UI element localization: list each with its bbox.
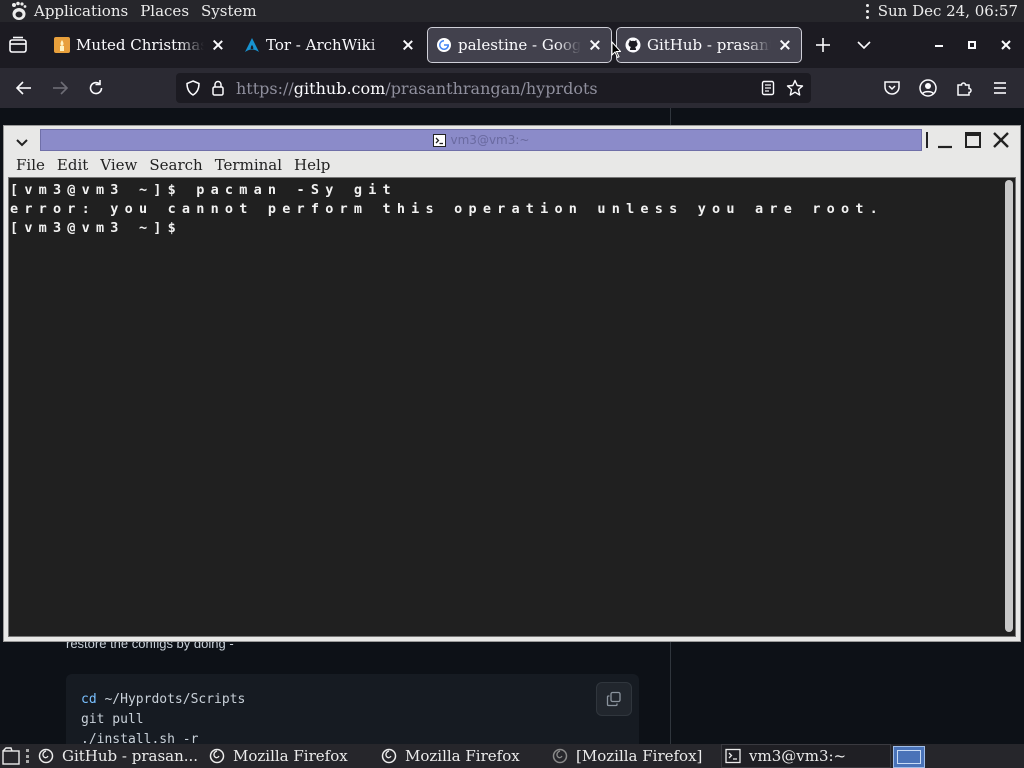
terminal-line: error: you cannot perform this operation… (10, 201, 884, 217)
panel-clock[interactable]: Sun Dec 24, 06:57 (878, 2, 1018, 20)
terminal-window-title: vm3@vm3:~ (450, 133, 530, 147)
bookmark-star-icon[interactable] (786, 79, 804, 97)
task-firefox-2[interactable]: Mozilla Firefox (381, 744, 547, 768)
copy-code-button[interactable] (596, 682, 632, 716)
reader-view-icon[interactable] (760, 80, 776, 96)
workspace-switcher[interactable] (893, 746, 925, 768)
terminal-menubar: File Edit View Search Terminal Help (8, 153, 1018, 177)
tab-close-icon[interactable] (210, 37, 226, 53)
candle-icon (54, 37, 70, 53)
forward-arrow-icon[interactable] (50, 78, 70, 98)
menu-edit[interactable]: Edit (57, 156, 88, 174)
tab-bar: Muted Christmas Tor - ArchWiki palestine… (0, 22, 1024, 68)
menu-file[interactable]: File (16, 156, 45, 174)
tab-close-icon[interactable] (400, 37, 416, 53)
places-menu[interactable]: Places (140, 2, 189, 20)
task-firefox-1[interactable]: Mozilla Firefox (209, 744, 375, 768)
url-path: /prasanthrangan/hyprdots (385, 78, 598, 98)
tab-title: Tor - ArchWiki (266, 36, 376, 54)
copy-icon (606, 691, 622, 707)
terminal-title-strip[interactable]: vm3@vm3:~ (40, 129, 922, 151)
task-label: [Mozilla Firefox] (576, 747, 703, 765)
new-tab-plus-icon[interactable] (814, 36, 832, 54)
back-arrow-icon[interactable] (14, 78, 34, 98)
terminal-maximize-icon[interactable] (962, 129, 984, 151)
url-text[interactable]: https://github.com/prasanthrangan/hyprdo… (236, 79, 598, 98)
extensions-puzzle-icon[interactable] (954, 78, 974, 98)
list-all-tabs-chevron-icon[interactable] (856, 38, 872, 52)
show-desktop-icon[interactable] (2, 747, 22, 765)
maximize-icon[interactable] (963, 36, 981, 54)
url-scheme: https:// (236, 78, 294, 98)
tab-tor-archwiki[interactable]: Tor - ArchWiki (236, 28, 424, 62)
menu-terminal[interactable]: Terminal (215, 156, 282, 174)
terminal-small-icon (432, 133, 446, 147)
hamburger-menu-icon[interactable] (990, 78, 1010, 98)
github-icon (625, 37, 641, 53)
account-icon[interactable] (918, 78, 938, 98)
terminal-line: [vm3@vm3 ~]$ (10, 220, 197, 236)
reload-icon[interactable] (86, 78, 106, 98)
tab-title: Muted Christmas (76, 36, 204, 54)
gnome-foot-icon[interactable] (8, 0, 30, 22)
bottom-taskbar: GitHub - prasan... Mozilla Firefox Mozil… (0, 744, 1024, 768)
applications-menu[interactable]: Applications (34, 2, 128, 20)
code-line: git pull (81, 710, 624, 730)
titlebar-separator (926, 132, 928, 148)
code-line: cd ~/Hyprdots/Scripts (81, 690, 624, 710)
url-bar[interactable]: https://github.com/prasanthrangan/hyprdo… (176, 73, 811, 103)
code-keyword: cd (81, 692, 97, 707)
tab-close-icon[interactable] (777, 37, 793, 53)
task-github[interactable]: GitHub - prasan... (38, 744, 204, 768)
terminal-close-icon[interactable] (990, 129, 1012, 151)
code-text: git pull (81, 712, 144, 727)
nav-bar: https://github.com/prasanthrangan/hyprdo… (0, 68, 1024, 108)
close-window-icon[interactable] (997, 36, 1015, 54)
terminal-output-area[interactable]: [vm3@vm3 ~]$ pacman -Sy git error: you ca… (8, 177, 1016, 637)
task-label: vm3@vm3:~ (749, 747, 847, 765)
window-menu-chevron-icon[interactable] (14, 134, 30, 147)
tracking-protection-shield-icon[interactable] (184, 79, 202, 97)
terminal-text: [vm3@vm3 ~]$ pacman -Sy git error: you ca… (10, 181, 884, 238)
terminal-minimize-icon[interactable] (934, 129, 956, 151)
system-menu[interactable]: System (201, 2, 257, 20)
terminal-window: vm3@vm3:~ File Edit View Search Terminal… (3, 125, 1021, 642)
tab-palestine-google[interactable]: palestine - Google (427, 27, 612, 63)
panel-kebab-icon[interactable] (864, 3, 872, 19)
task-label: Mozilla Firefox (233, 747, 348, 765)
terminal-icon (725, 748, 741, 764)
code-block: cd ~/Hyprdots/Scripts git pull ./install… (66, 674, 639, 754)
pocket-icon[interactable] (882, 78, 902, 98)
menu-help[interactable]: Help (294, 156, 330, 174)
url-host: github.com (293, 78, 386, 98)
tab-close-icon[interactable] (587, 37, 603, 53)
minimize-icon[interactable] (930, 36, 948, 54)
tab-title: GitHub - prasanth (647, 36, 771, 54)
firefox-icon (552, 748, 568, 764)
firefox-view-icon[interactable] (8, 36, 28, 54)
task-firefox-minimized[interactable]: [Mozilla Firefox] (552, 744, 718, 768)
arch-logo-icon (244, 37, 260, 53)
task-label: GitHub - prasan... (62, 747, 199, 765)
terminal-scrollbar[interactable] (1005, 180, 1013, 632)
tab-muted-christmas[interactable]: Muted Christmas (46, 28, 234, 62)
menu-search[interactable]: Search (149, 156, 202, 174)
google-icon (436, 37, 452, 53)
top-panel: Applications Places System Sun Dec 24, 0… (0, 0, 1024, 22)
firefox-icon (38, 748, 54, 764)
taskbar-grip[interactable] (26, 749, 30, 763)
task-label: Mozilla Firefox (405, 747, 520, 765)
firefox-icon (381, 748, 397, 764)
lock-icon[interactable] (210, 79, 226, 97)
tab-github[interactable]: GitHub - prasanth (616, 27, 802, 63)
tab-title: palestine - Google (458, 36, 581, 54)
workspace-window-preview (897, 750, 921, 764)
firefox-icon (209, 748, 225, 764)
code-text: ~/Hyprdots/Scripts (96, 692, 246, 707)
terminal-titlebar[interactable]: vm3@vm3:~ (4, 126, 1020, 153)
mouse-pointer-icon (611, 40, 622, 59)
task-terminal[interactable]: vm3@vm3:~ (721, 744, 891, 768)
terminal-line: [vm3@vm3 ~]$ pacman -Sy git (10, 182, 397, 198)
menu-view[interactable]: View (100, 156, 137, 174)
